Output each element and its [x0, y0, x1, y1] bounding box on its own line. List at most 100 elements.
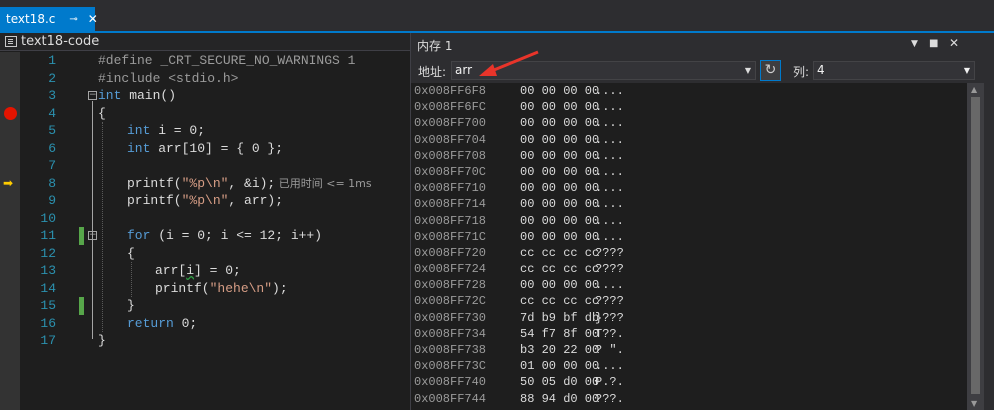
memory-row[interactable]: 0x008FF70C 00 00 00 00.... [411, 164, 967, 180]
memory-address: 0x008FF738 [414, 343, 487, 357]
editor-line: ➡ 8 printf("%p\n", &i); 已用时间 <= 1ms [0, 175, 410, 193]
scroll-thumb[interactable] [971, 97, 980, 394]
memory-ascii: .... [595, 278, 624, 293]
memory-row[interactable]: 0x008FF710 00 00 00 00.... [411, 180, 967, 196]
memory-row[interactable]: 0x008FF730 7d b9 bf db}??? [411, 310, 967, 326]
memory-bytes[interactable]: 00 00 00 00 [520, 99, 599, 115]
memory-bytes[interactable]: 88 94 d0 00 [520, 391, 599, 407]
memory-bytes[interactable]: cc cc cc cc [520, 293, 599, 309]
code-text: { [98, 105, 106, 121]
memory-ascii: ? ". [595, 343, 624, 357]
memory-bytes[interactable]: 00 00 00 00 [520, 148, 599, 164]
project-icon [5, 36, 17, 47]
memory-ascii: P.?. [595, 375, 624, 390]
memory-row[interactable]: 0x008FF6F8 00 00 00 00.... [411, 83, 967, 99]
code-text: printf("%p\n", &i); 已用时间 <= 1ms [127, 175, 372, 191]
memory-bytes[interactable]: 00 00 00 00 [520, 164, 599, 180]
memory-row[interactable]: 0x008FF71C 00 00 00 00.... [411, 229, 967, 245]
memory-ascii: .... [595, 359, 624, 374]
indent-guide [131, 262, 132, 297]
memory-address: 0x008FF6FC [414, 100, 487, 115]
columns-select[interactable]: 4 ▼ [813, 61, 975, 80]
memory-bytes[interactable]: 00 00 00 00 [520, 180, 599, 196]
memory-ascii: ???? [595, 262, 624, 277]
memory-bytes[interactable]: cc cc cc cc [520, 261, 599, 277]
memory-address: 0x008FF704 [414, 132, 487, 147]
memory-row[interactable]: 0x008FF6FC 00 00 00 00.... [411, 99, 967, 115]
editor-line: 4{ [0, 105, 410, 123]
memory-row[interactable]: 0x008FF73C 01 00 00 00.... [411, 358, 967, 374]
memory-row[interactable]: 0x008FF734 54 f7 8f 00T??. [411, 326, 967, 342]
memory-address: 0x008FF710 [414, 181, 487, 196]
code-text: int i = 0; [127, 123, 206, 138]
memory-bytes[interactable]: 00 00 00 00 [520, 132, 599, 148]
tab-text18-c[interactable]: text18.c ⊸ ✕ [0, 7, 98, 31]
editor-line: 1 #define _CRT_SECURE_NO_WARNINGS 1 [0, 52, 410, 70]
memory-row[interactable]: 0x008FF738 b3 20 22 00? ". [411, 342, 967, 358]
memory-row[interactable]: 0x008FF708 00 00 00 00.... [411, 148, 967, 164]
line-number: 1 [48, 53, 56, 68]
memory-row[interactable]: 0x008FF740 50 05 d0 00P.?. [411, 374, 967, 390]
memory-bytes[interactable]: 00 00 00 00 [520, 115, 599, 131]
memory-bytes[interactable]: 00 00 00 00 [520, 277, 599, 293]
editor-line: 6 int arr[10] = { 0 }; [0, 140, 410, 158]
close-icon[interactable]: ✕ [949, 36, 959, 50]
memory-bytes[interactable]: 00 00 00 00 [520, 229, 599, 245]
memory-bytes[interactable]: 00 00 00 00 [520, 196, 599, 212]
code-text: arr[i] = 0; [155, 263, 241, 278]
editor-line: 7 [0, 157, 410, 175]
line-number: 2 [48, 70, 56, 86]
address-label: 地址: [418, 65, 447, 79]
code-editor[interactable]: 1 #define _CRT_SECURE_NO_WARNINGS 1 2 #inc… [0, 52, 410, 410]
refresh-button[interactable]: ↻ [760, 60, 781, 81]
memory-row[interactable]: 0x008FF700 00 00 00 00.... [411, 115, 967, 131]
memory-bytes[interactable]: 01 00 00 00 [520, 358, 599, 374]
pin-icon[interactable]: ⊸ [69, 14, 77, 25]
memory-grid[interactable]: 0x008FF6F8 00 00 00 00.... 0x008FF6FC 00 00… [411, 83, 967, 410]
memory-row[interactable]: 0x008FF720 cc cc cc cc???? [411, 245, 967, 261]
memory-bytes[interactable]: 50 05 d0 00 [520, 374, 599, 390]
memory-bytes[interactable]: b3 20 22 00 [520, 342, 599, 358]
memory-address: 0x008FF73C [414, 359, 487, 374]
memory-address: 0x008FF724 [414, 262, 487, 277]
collapse-main-icon[interactable]: − [88, 91, 97, 100]
memory-ascii: .... [595, 116, 624, 131]
maximize-icon[interactable]: ■ [929, 38, 938, 49]
memory-row[interactable]: 0x008FF714 00 00 00 00.... [411, 196, 967, 212]
memory-row[interactable]: 0x008FF718 00 00 00 00.... [411, 213, 967, 229]
memory-row[interactable]: 0x008FF724 cc cc cc cc???? [411, 261, 967, 277]
collapse-for-icon[interactable]: − [88, 231, 97, 240]
document-tab-strip: text18.c ⊸ ✕ [0, 0, 994, 31]
memory-row[interactable]: 0x008FF72C cc cc cc cc???? [411, 293, 967, 309]
scroll-up-icon[interactable]: ▲ [971, 85, 977, 94]
memory-bytes[interactable]: 54 f7 8f 00 [520, 326, 599, 342]
memory-address: 0x008FF734 [414, 326, 487, 341]
memory-row[interactable]: 0x008FF704 00 00 00 00.... [411, 132, 967, 148]
memory-address: 0x008FF71C [414, 229, 487, 244]
vertical-scrollbar[interactable]: ▲ ▼ [967, 83, 984, 410]
chevron-down-icon[interactable]: ▼ [964, 62, 970, 79]
close-tab-icon[interactable]: ✕ [88, 12, 98, 26]
current-statement-arrow-icon[interactable]: ➡ [3, 178, 17, 190]
memory-row[interactable]: 0x008FF744 88 94 d0 00???. [411, 391, 967, 407]
editor-line: 15} [0, 297, 410, 315]
line-number: 15 [40, 298, 56, 313]
memory-bytes[interactable]: 00 00 00 00 [520, 83, 599, 99]
memory-address: 0x008FF728 [414, 278, 487, 293]
chevron-down-icon[interactable]: ▼ [745, 62, 751, 79]
memory-ascii: .... [595, 84, 624, 98]
project-dropdown-label: text18-code [21, 34, 100, 49]
scroll-down-icon[interactable]: ▼ [971, 399, 977, 408]
memory-title: 内存 1 [417, 38, 453, 53]
window-menu-icon[interactable]: ▼ [911, 39, 918, 49]
line-number: 10 [40, 210, 56, 226]
breakpoint-icon[interactable] [4, 106, 17, 120]
memory-row[interactable]: 0x008FF728 00 00 00 00.... [411, 277, 967, 293]
editor-line: 14 printf("hehe\n"); [0, 280, 410, 298]
code-text: return 0; [127, 315, 198, 331]
memory-ascii: .... [595, 181, 624, 196]
memory-bytes[interactable]: cc cc cc cc [520, 245, 599, 261]
memory-ascii: .... [595, 164, 624, 179]
memory-bytes[interactable]: 7d b9 bf db [520, 310, 599, 326]
memory-bytes[interactable]: 00 00 00 00 [520, 213, 599, 229]
